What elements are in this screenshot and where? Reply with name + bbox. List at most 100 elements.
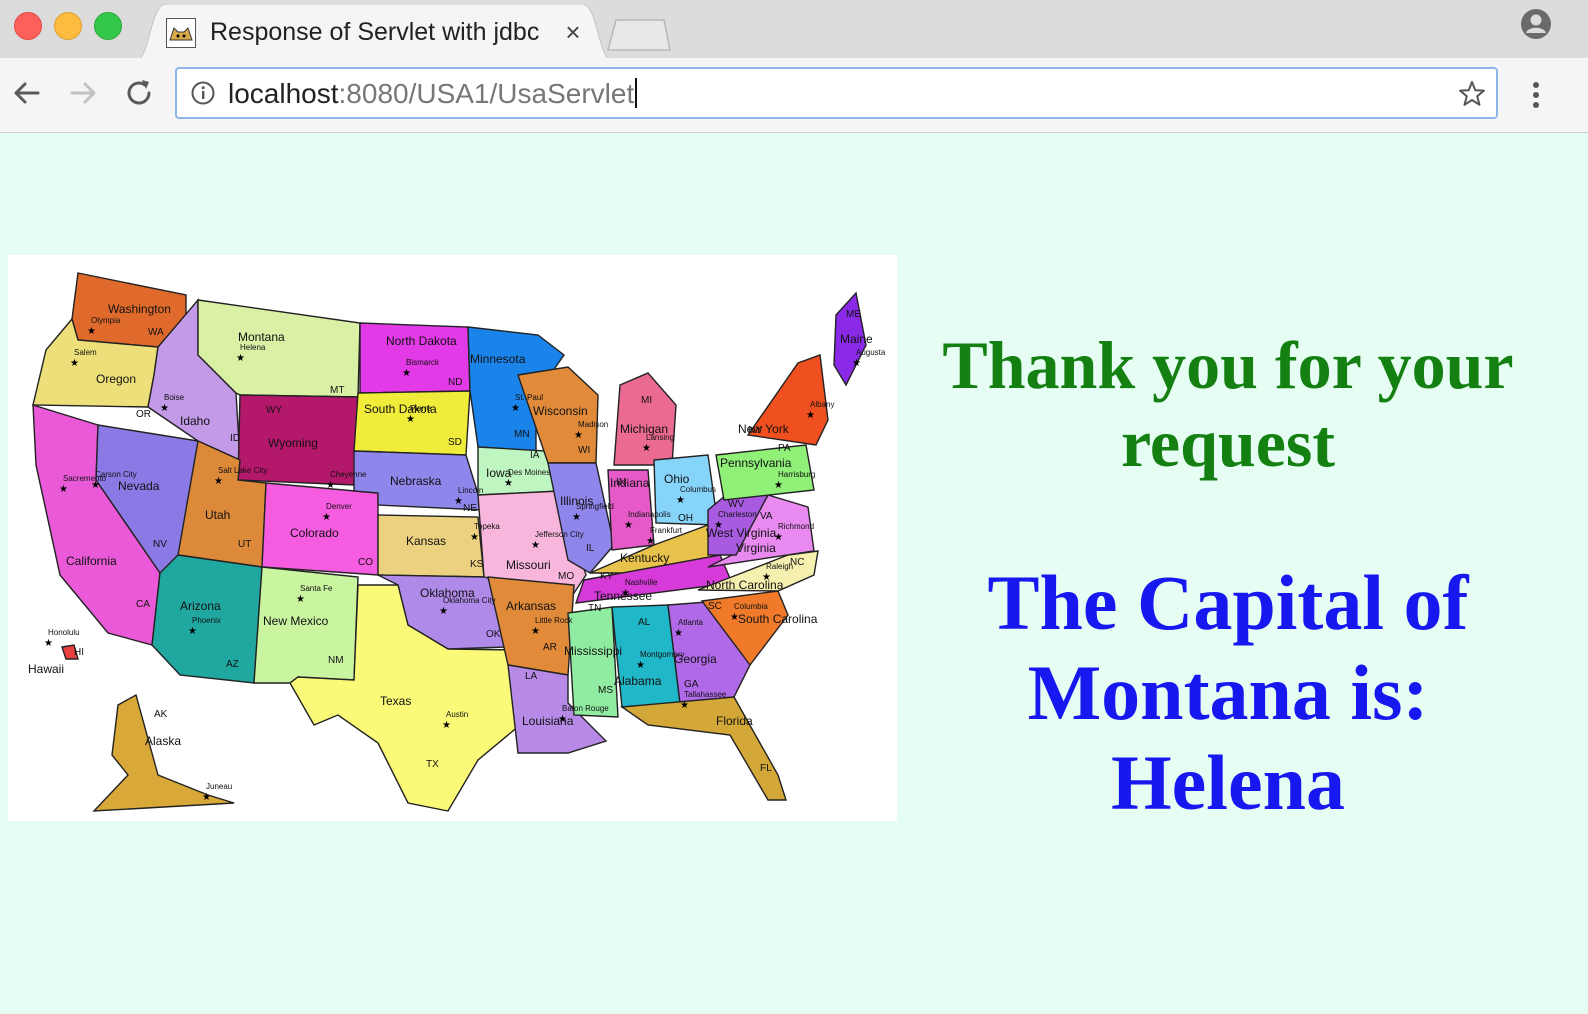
- capital-label-ks: Topeka: [474, 522, 500, 531]
- state-abbr-or: OR: [136, 409, 151, 420]
- state-abbr-mt: MT: [330, 385, 344, 396]
- state-abbr-ms: MS: [598, 685, 613, 696]
- state-fl: [620, 696, 787, 801]
- state-abbr-wv: WV: [728, 499, 744, 510]
- state-abbr-wa: WA: [148, 327, 164, 338]
- tab-strip: Response of Servlet with jdbc ×: [0, 0, 1588, 60]
- capital-label-or: Salem: [74, 348, 97, 357]
- url-text[interactable]: localhost:8080/USA1/UsaServlet: [228, 78, 638, 110]
- capital-label-me: Augusta: [856, 348, 886, 357]
- tab-title: Response of Servlet with jdbc: [210, 18, 540, 46]
- capital-star-icon: ★: [59, 484, 68, 495]
- capital-label-sc: Columbia: [734, 602, 768, 611]
- state-abbr-hi: HI: [74, 647, 84, 658]
- address-bar[interactable]: localhost:8080/USA1/UsaServlet: [175, 67, 1498, 119]
- capital-label-ga: Atlanta: [678, 618, 703, 627]
- info-icon[interactable]: [191, 81, 215, 105]
- capital-label-ut: Salt Lake City: [218, 466, 267, 475]
- state-name-id: Idaho: [180, 414, 210, 428]
- capital-star-icon: ★: [442, 720, 451, 731]
- capital-star-icon: ★: [680, 700, 689, 711]
- state-name-ms: Mississippi: [564, 644, 622, 658]
- state-name-tx: Texas: [380, 694, 411, 708]
- capital-label-nv: Carson City: [95, 470, 137, 479]
- usa-map: WashingtonWA★OlympiaOregonOR★SalemCalifo…: [28, 272, 886, 812]
- capital-star-icon: ★: [470, 532, 479, 543]
- state-name-ne: Nebraska: [390, 474, 442, 488]
- close-tab-icon[interactable]: ×: [560, 17, 586, 48]
- capital-star-icon: ★: [87, 326, 96, 337]
- state-abbr-ky: KY: [600, 571, 614, 582]
- state-abbr-nd: ND: [448, 377, 462, 388]
- capital-label-mt: Helena: [240, 343, 266, 352]
- capital-star-icon: ★: [326, 480, 335, 491]
- state-abbr-al: AL: [638, 617, 651, 628]
- state-abbr-az: AZ: [226, 659, 239, 670]
- capital-star-icon: ★: [730, 612, 739, 623]
- capital-star-icon: ★: [531, 540, 540, 551]
- capital-star-icon: ★: [852, 358, 861, 369]
- new-tab-button[interactable]: [606, 18, 672, 52]
- close-window-button[interactable]: [14, 12, 42, 40]
- state-abbr-tn: TN: [588, 603, 601, 614]
- url-path: :8080/USA1/UsaServlet: [338, 78, 635, 109]
- capital-label-mi: Lansing: [646, 433, 674, 442]
- capital-star-icon: ★: [674, 628, 683, 639]
- capital-label-ar: Little Rock: [535, 616, 573, 625]
- state-name-pa: Pennsylvania: [720, 456, 792, 470]
- bookmark-star-icon[interactable]: [1457, 79, 1487, 109]
- state-name-va: Virginia: [736, 541, 776, 555]
- state-name-ga: Georgia: [674, 652, 717, 666]
- state-ms: [567, 606, 619, 718]
- capital-star-icon: ★: [70, 358, 79, 369]
- tab-active[interactable]: Response of Servlet with jdbc ×: [136, 4, 612, 60]
- state-name-or: Oregon: [96, 372, 136, 386]
- state-name-nm: New Mexico: [263, 614, 329, 628]
- state-name-nd: North Dakota: [386, 334, 457, 348]
- forward-icon[interactable]: [66, 76, 100, 110]
- state-abbr-la: LA: [525, 671, 538, 682]
- state-name-ar: Arkansas: [506, 599, 556, 613]
- back-icon[interactable]: [10, 76, 44, 110]
- minimize-window-button[interactable]: [54, 12, 82, 40]
- reload-icon[interactable]: [122, 76, 156, 110]
- capital-label-tx: Austin: [446, 710, 468, 719]
- state-abbr-fl: FL: [760, 763, 772, 774]
- capital-label-nc: Raleigh: [766, 562, 793, 571]
- state-abbr-ks: KS: [470, 559, 484, 570]
- state-abbr-sd: SD: [448, 437, 462, 448]
- capital-star-icon: ★: [236, 353, 245, 364]
- capital-star-icon: ★: [44, 638, 53, 649]
- capital-label-va: Richmond: [778, 522, 814, 531]
- capital-label-nd: Bismarck: [406, 358, 440, 367]
- capital-star-icon: ★: [621, 588, 630, 599]
- state-abbr-in: IN: [616, 477, 626, 488]
- state-abbr-ok: OK: [486, 629, 501, 640]
- state-name-ca: California: [66, 554, 117, 568]
- state-name-az: Arizona: [180, 599, 221, 613]
- maximize-window-button[interactable]: [94, 12, 122, 40]
- menu-dots-icon[interactable]: [1526, 78, 1546, 112]
- capital-label-il: Springfield: [576, 502, 614, 511]
- profile-icon[interactable]: [1520, 8, 1552, 40]
- capital-star-icon: ★: [574, 430, 583, 441]
- capital-star-icon: ★: [646, 536, 655, 547]
- state-abbr-ut: UT: [238, 539, 251, 550]
- state-name-ny: New York: [738, 422, 790, 436]
- toolbar: localhost:8080/USA1/UsaServlet: [0, 58, 1588, 133]
- capital-star-icon: ★: [322, 512, 331, 523]
- capital-label-az: Phoenix: [192, 616, 221, 625]
- capital-star-icon: ★: [296, 594, 305, 605]
- capital-label-tn: Nashville: [625, 578, 658, 587]
- state-name-sc: South Carolina: [738, 612, 818, 626]
- capital-star-icon: ★: [531, 626, 540, 637]
- capital-label-mn: St. Paul: [515, 393, 543, 402]
- state-abbr-ia: IA: [530, 450, 540, 461]
- state-name-wi: Wisconsin: [533, 404, 588, 418]
- capital-label-wv: Charleston: [718, 510, 757, 519]
- capital-star-icon: ★: [439, 606, 448, 617]
- state-name-hi: Hawaii: [28, 662, 64, 676]
- state-abbr-sc: SC: [708, 601, 722, 612]
- capital-star-icon: ★: [714, 520, 723, 531]
- capital-label-co: Denver: [326, 502, 352, 511]
